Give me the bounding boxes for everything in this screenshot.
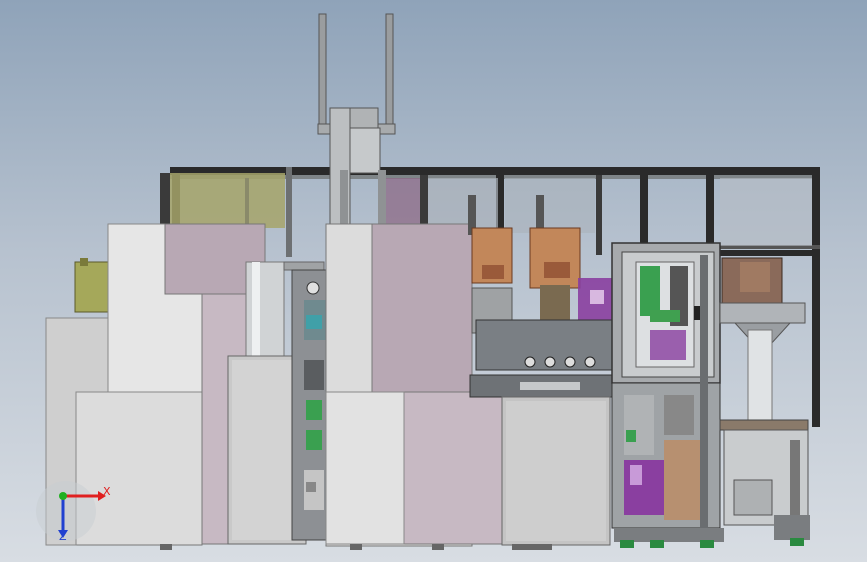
center-mechanism <box>291 269 329 541</box>
left-hopper <box>74 258 111 313</box>
machine-assembly-render[interactable]: X Z <box>0 0 867 562</box>
cad-viewport[interactable]: X Z <box>0 0 867 562</box>
lift-mast <box>317 13 396 230</box>
x-axis-label: X <box>103 485 111 498</box>
lower-box <box>501 396 611 546</box>
z-axis-label: Z <box>59 530 67 543</box>
y-axis-dot <box>59 492 67 500</box>
